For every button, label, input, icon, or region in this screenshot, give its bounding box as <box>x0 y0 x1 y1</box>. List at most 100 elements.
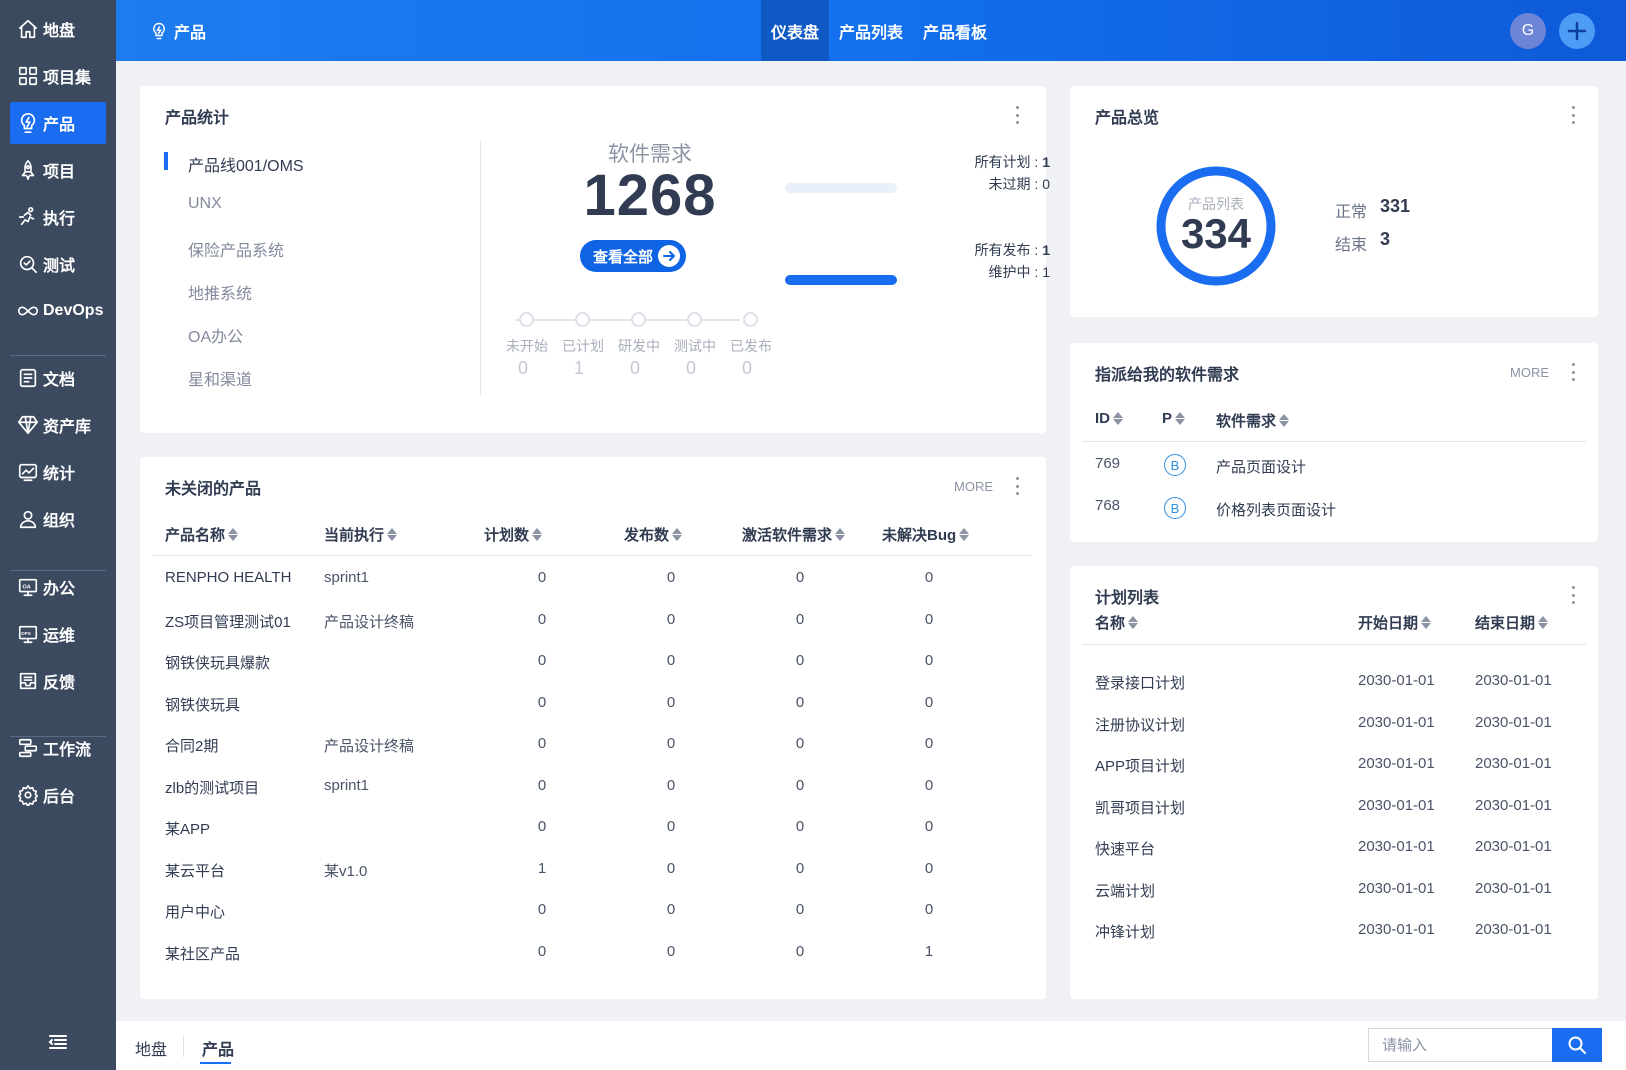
column-header-label: 发布数 <box>624 527 670 544</box>
sidebar-item[interactable]: 项目集 <box>10 55 106 97</box>
sidebar-item[interactable]: OPS 运维 <box>10 613 106 655</box>
column-header-name[interactable]: 名称 <box>1095 612 1139 633</box>
sidebar-item[interactable]: 组织 <box>10 498 106 540</box>
view-all-button[interactable]: 查看全部 <box>580 240 686 272</box>
sidebar-item[interactable]: 地盘 <box>10 8 106 50</box>
release-count: 0 <box>666 860 676 877</box>
plan-end-date: 2030-01-01 <box>1475 797 1552 814</box>
sidebar-item[interactable]: 产品 <box>10 102 106 144</box>
product-line-item[interactable]: 产品线001/OMS <box>188 152 304 176</box>
sidebar-item[interactable]: 工作流 <box>10 727 106 769</box>
column-header-start-date[interactable]: 开始日期 <box>1358 612 1432 633</box>
tab-dashboard[interactable]: 仪表盘 <box>761 0 830 61</box>
open-bug-count: 0 <box>924 569 934 586</box>
product-stats-card: 产品统计 产品线001/OMS UNX 保险产品系统 地推系统 OA办公 星和渠… <box>140 86 1050 433</box>
card-title: 指派给我的软件需求 <box>1095 367 1240 384</box>
column-header-priority[interactable]: P <box>1162 410 1186 427</box>
card-title: 计划列表 <box>1095 590 1160 607</box>
table-header-divider <box>1082 644 1586 645</box>
product-name: 用户中心 <box>165 904 226 921</box>
search-button[interactable] <box>1552 1028 1602 1062</box>
sidebar-item[interactable]: 测试 <box>10 243 106 285</box>
page-scrollbar[interactable] <box>1614 61 1626 1021</box>
active-story-count: 0 <box>795 818 805 835</box>
sidebar-item[interactable]: 统计 <box>10 451 106 493</box>
column-header-releases[interactable]: 发布数 <box>624 524 683 545</box>
sidebar-item[interactable]: 资产库 <box>10 404 106 446</box>
sort-icon <box>532 528 543 541</box>
open-bug-count: 1 <box>924 943 934 960</box>
kebab-menu-icon[interactable] <box>1572 106 1576 124</box>
sidebar-item[interactable]: OA 办公 <box>10 566 106 608</box>
column-header-end-date[interactable]: 结束日期 <box>1475 612 1549 633</box>
bottom-tab-product[interactable]: 产品 <box>202 1036 234 1060</box>
product-name: 某社区产品 <box>165 946 241 963</box>
sidebar-item[interactable]: 反馈 <box>10 660 106 702</box>
sidebar-item-label: 反馈 <box>43 675 76 692</box>
stage-label: 研发中 <box>618 338 660 354</box>
product-line-item[interactable]: OA办公 <box>188 323 243 347</box>
column-header-plans[interactable]: 计划数 <box>484 524 543 545</box>
plan-start-date: 2030-01-01 <box>1358 880 1435 897</box>
kebab-menu-icon[interactable] <box>1572 363 1576 381</box>
story-name[interactable]: 价格列表页面设计 <box>1216 499 1336 520</box>
plan-name: APP项目计划 <box>1095 758 1186 775</box>
maintaining-value: 1 <box>1042 264 1050 280</box>
current-execution: sprint1 <box>324 569 370 586</box>
search-input[interactable] <box>1368 1028 1552 1062</box>
sidebar-item-label: 运维 <box>43 628 76 645</box>
product-line-item[interactable]: 星和渠道 <box>188 366 252 390</box>
column-header-product-name[interactable]: 产品名称 <box>165 524 239 545</box>
story-name[interactable]: 产品页面设计 <box>1216 456 1306 477</box>
sidebar-item[interactable]: 文档 <box>10 357 106 399</box>
column-header-active-stories[interactable]: 激活软件需求 <box>742 524 846 545</box>
kebab-menu-icon[interactable] <box>1016 477 1020 495</box>
column-header-current-execution[interactable]: 当前执行 <box>324 524 398 545</box>
release-count: 0 <box>666 611 676 628</box>
tab-product-list[interactable]: 产品列表 <box>829 0 913 61</box>
assigned-stories-card: 指派给我的软件需求 MORE ID P 软件需求 769 B 产品页面设计 76… <box>1070 343 1598 542</box>
maintaining-count: 维护中 : 1 <box>850 262 1050 282</box>
more-link[interactable]: MORE <box>1510 365 1549 380</box>
priority-badge: B <box>1164 454 1186 476</box>
plan-end-date: 2030-01-01 <box>1475 672 1552 689</box>
plans-value: 1 <box>1042 154 1050 170</box>
table-header-divider <box>1082 441 1586 442</box>
kebab-menu-icon[interactable] <box>1016 106 1020 124</box>
sidebar-item-label: 组织 <box>43 513 76 530</box>
release-count: 0 <box>666 735 676 752</box>
sidebar-item[interactable]: 项目 <box>10 149 106 191</box>
home-icon <box>18 19 38 39</box>
column-header-id[interactable]: ID <box>1095 410 1123 427</box>
divider <box>480 141 481 396</box>
svg-text:OPS: OPS <box>21 631 31 636</box>
sidebar-item[interactable]: DevOps <box>10 290 106 332</box>
column-header-open-bugs[interactable]: 未解决Bug <box>882 524 970 545</box>
product-line-item[interactable]: UNX <box>188 195 222 213</box>
sort-icon <box>1175 412 1186 425</box>
plan-name: 云端计划 <box>1095 883 1156 900</box>
avatar[interactable]: G <box>1510 13 1546 49</box>
more-link[interactable]: MORE <box>954 479 993 494</box>
create-button[interactable] <box>1559 13 1595 49</box>
product-name: ZS项目管理测试01 <box>165 614 291 631</box>
open-bug-count: 0 <box>924 611 934 628</box>
plan-start-date: 2030-01-01 <box>1358 838 1435 855</box>
stage-dot <box>743 312 758 327</box>
product-name: 钢铁侠玩具 <box>165 697 241 714</box>
doc-list-icon <box>19 368 37 388</box>
sidebar-item[interactable]: 执行 <box>10 196 106 238</box>
sidebar-item-label: 后台 <box>43 789 76 806</box>
product-line-item[interactable]: 保险产品系统 <box>188 237 284 261</box>
column-header-story[interactable]: 软件需求 <box>1216 410 1290 431</box>
column-header-label: 名称 <box>1095 615 1126 632</box>
product-line-item[interactable]: 地推系统 <box>188 280 252 304</box>
tab-product-kanban[interactable]: 产品看板 <box>913 0 997 61</box>
maintaining-label: 维护中 : <box>988 264 1043 280</box>
plan-count: 0 <box>537 943 547 960</box>
sidebar-item[interactable]: 后台 <box>10 774 106 816</box>
header-title-text: 产品 <box>174 25 207 42</box>
collapse-menu-icon[interactable] <box>46 1030 70 1054</box>
bottom-tab-home[interactable]: 地盘 <box>135 1036 167 1060</box>
kebab-menu-icon[interactable] <box>1572 586 1576 604</box>
